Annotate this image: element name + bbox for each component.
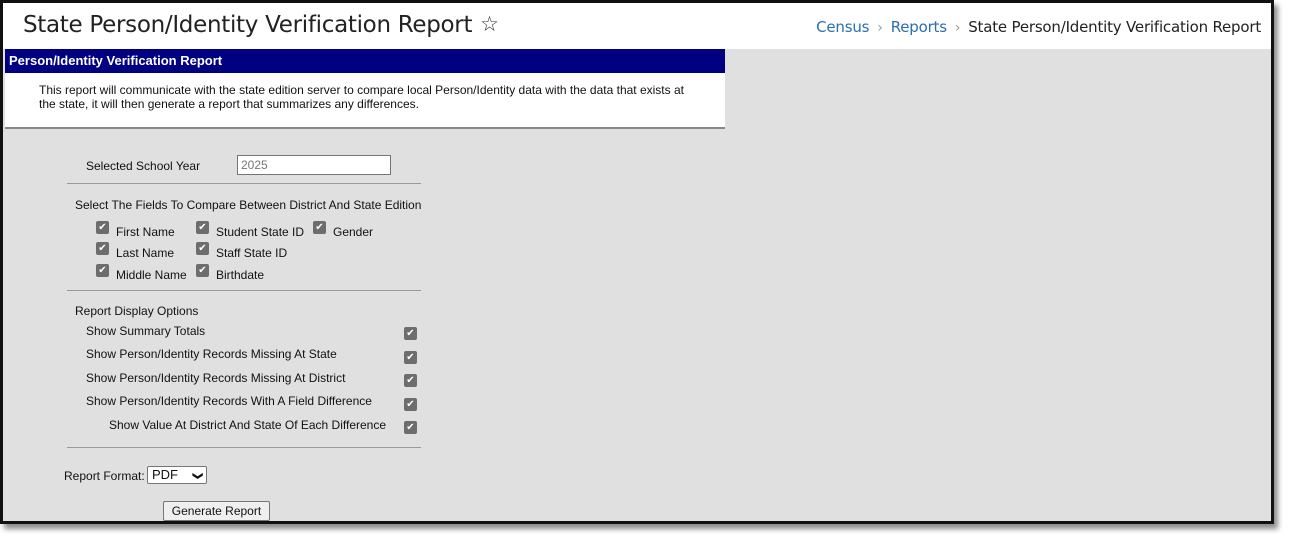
show-missing-at-district-checkbox[interactable] [404, 374, 417, 387]
chevron-right-icon: › [877, 20, 883, 36]
fields-section-label: Select The Fields To Compare Between Dis… [75, 198, 422, 212]
school-year-label: Selected School Year [86, 159, 201, 173]
show-value-each-difference-checkbox[interactable] [404, 421, 417, 434]
staff-state-id-label: Staff State ID [216, 246, 288, 260]
show-missing-at-district-label: Show Person/Identity Records Missing At … [86, 371, 346, 385]
middle-name-checkbox[interactable] [96, 264, 109, 277]
show-missing-at-state-checkbox[interactable] [404, 351, 417, 364]
first-name-checkbox[interactable] [96, 221, 109, 234]
last-name-checkbox[interactable] [96, 242, 109, 255]
star-outline-icon[interactable]: ☆ [480, 12, 499, 36]
student-state-id-checkbox[interactable] [196, 221, 209, 234]
chevron-right-icon: › [954, 20, 961, 36]
page-title: State Person/Identity Verification Repor… [23, 12, 499, 38]
first-name-label: First Name [116, 225, 175, 239]
breadcrumb-current: State Person/Identity Verification Repor… [968, 18, 1261, 36]
birthdate-label: Birthdate [216, 268, 265, 282]
show-missing-at-state-label: Show Person/Identity Records Missing At … [86, 347, 337, 361]
panel-description: This report will communicate with the st… [39, 83, 684, 111]
report-format-value: PDF [152, 467, 178, 482]
staff-state-id-checkbox[interactable] [196, 242, 209, 255]
gender-label: Gender [333, 225, 374, 239]
birthdate-checkbox[interactable] [196, 264, 209, 277]
divider [67, 447, 421, 448]
student-state-id-label: Student State ID [216, 225, 305, 239]
last-name-label: Last Name [116, 246, 175, 260]
page-title-text: State Person/Identity Verification Repor… [23, 12, 473, 38]
app-window: State Person/Identity Verification Repor… [0, 0, 1274, 524]
panel-title: Person/Identity Verification Report [5, 49, 725, 73]
school-year-input[interactable] [237, 155, 391, 175]
show-value-each-difference-label: Show Value At District And State Of Each… [109, 418, 387, 432]
breadcrumb-census[interactable]: Census [816, 18, 869, 36]
middle-name-label: Middle Name [116, 268, 187, 282]
chevron-down-icon: ❯ [191, 471, 203, 481]
report-info-panel: Person/Identity Verification Report This… [5, 49, 725, 129]
show-summary-totals-checkbox[interactable] [404, 327, 417, 340]
show-field-difference-label: Show Person/Identity Records With A Fiel… [86, 394, 372, 408]
divider [67, 290, 421, 291]
page-header: State Person/Identity Verification Repor… [3, 3, 1271, 49]
show-summary-totals-label: Show Summary Totals [86, 324, 206, 338]
divider [67, 183, 421, 184]
breadcrumb-reports[interactable]: Reports [891, 18, 947, 36]
report-format-select[interactable]: PDF ❯ [147, 466, 207, 484]
report-format-label: Report Format: [64, 469, 145, 483]
generate-report-button[interactable]: Generate Report [163, 501, 270, 521]
gender-checkbox[interactable] [313, 221, 326, 234]
display-options-label: Report Display Options [75, 304, 199, 318]
show-field-difference-checkbox[interactable] [404, 398, 417, 411]
breadcrumb: Census › Reports › State Person/Identity Ver… [816, 18, 1261, 36]
